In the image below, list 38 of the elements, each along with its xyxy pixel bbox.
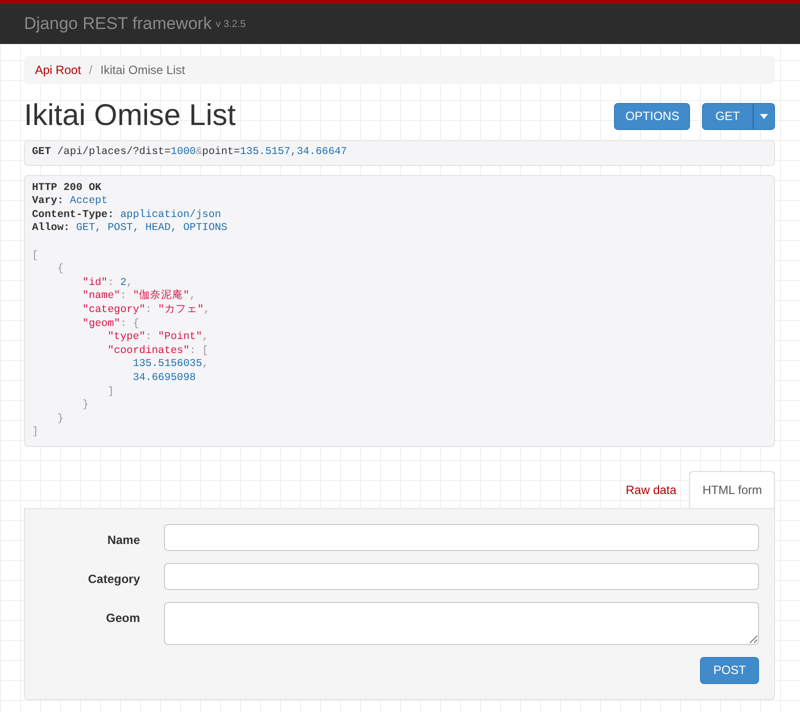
text-area[interactable] — [164, 602, 759, 645]
code-line: "geom": { — [81, 318, 140, 331]
tab[interactable]: HTML form — [689, 470, 775, 508]
header-line: Content-Type: application/json — [32, 208, 222, 222]
page-title: Ikitai Omise List — [24, 98, 236, 134]
code-line: ] — [32, 426, 40, 440]
input-field[interactable] — [164, 562, 759, 590]
post-button[interactable]: POST — [700, 656, 759, 684]
code-line: [ — [32, 250, 40, 264]
code-line: "id": 2, — [81, 276, 134, 290]
version-label: v 3.2.5 — [216, 18, 246, 32]
tab[interactable]: Raw data — [612, 470, 690, 508]
header-line: Vary: Accept — [32, 195, 109, 209]
header-line: Allow: GET, POST, HEAD, OPTIONS — [32, 222, 228, 236]
status-line: HTTP 200 OK — [32, 182, 102, 196]
get-button[interactable]: GET — [702, 102, 753, 130]
brand-name[interactable]: Django REST framework — [24, 11, 212, 37]
code-line: 135.5156035, — [132, 358, 210, 372]
code-line: "category": "カフェ", — [81, 304, 211, 318]
caret-icon — [760, 114, 768, 120]
code-line: "type": "Point", — [106, 331, 210, 345]
code-line: 34.6695098 — [132, 372, 197, 386]
input-field[interactable] — [164, 524, 759, 551]
breadcrumb-current: Ikitai Omise List — [100, 62, 186, 79]
options-button[interactable]: OPTIONS — [614, 102, 690, 130]
breadcrumb-link[interactable]: Api Root — [35, 61, 82, 79]
code-line: } — [56, 412, 65, 426]
code-line: { — [56, 263, 65, 277]
code-line: "coordinates": [ — [106, 344, 210, 358]
code-line: } — [81, 399, 90, 413]
code-line: ] — [106, 386, 115, 400]
request-line: GET /api/places/?dist=1000&point=135.5157,34.66647 — [32, 146, 348, 160]
dropdown-toggle-button[interactable] — [753, 102, 775, 130]
field-label: Geom — [104, 610, 141, 627]
breadcrumb-separator: / — [89, 62, 92, 79]
field-label: Name — [106, 532, 141, 549]
field-label: Category — [86, 570, 141, 588]
code-line: "name": "伽奈泥庵", — [81, 290, 197, 304]
